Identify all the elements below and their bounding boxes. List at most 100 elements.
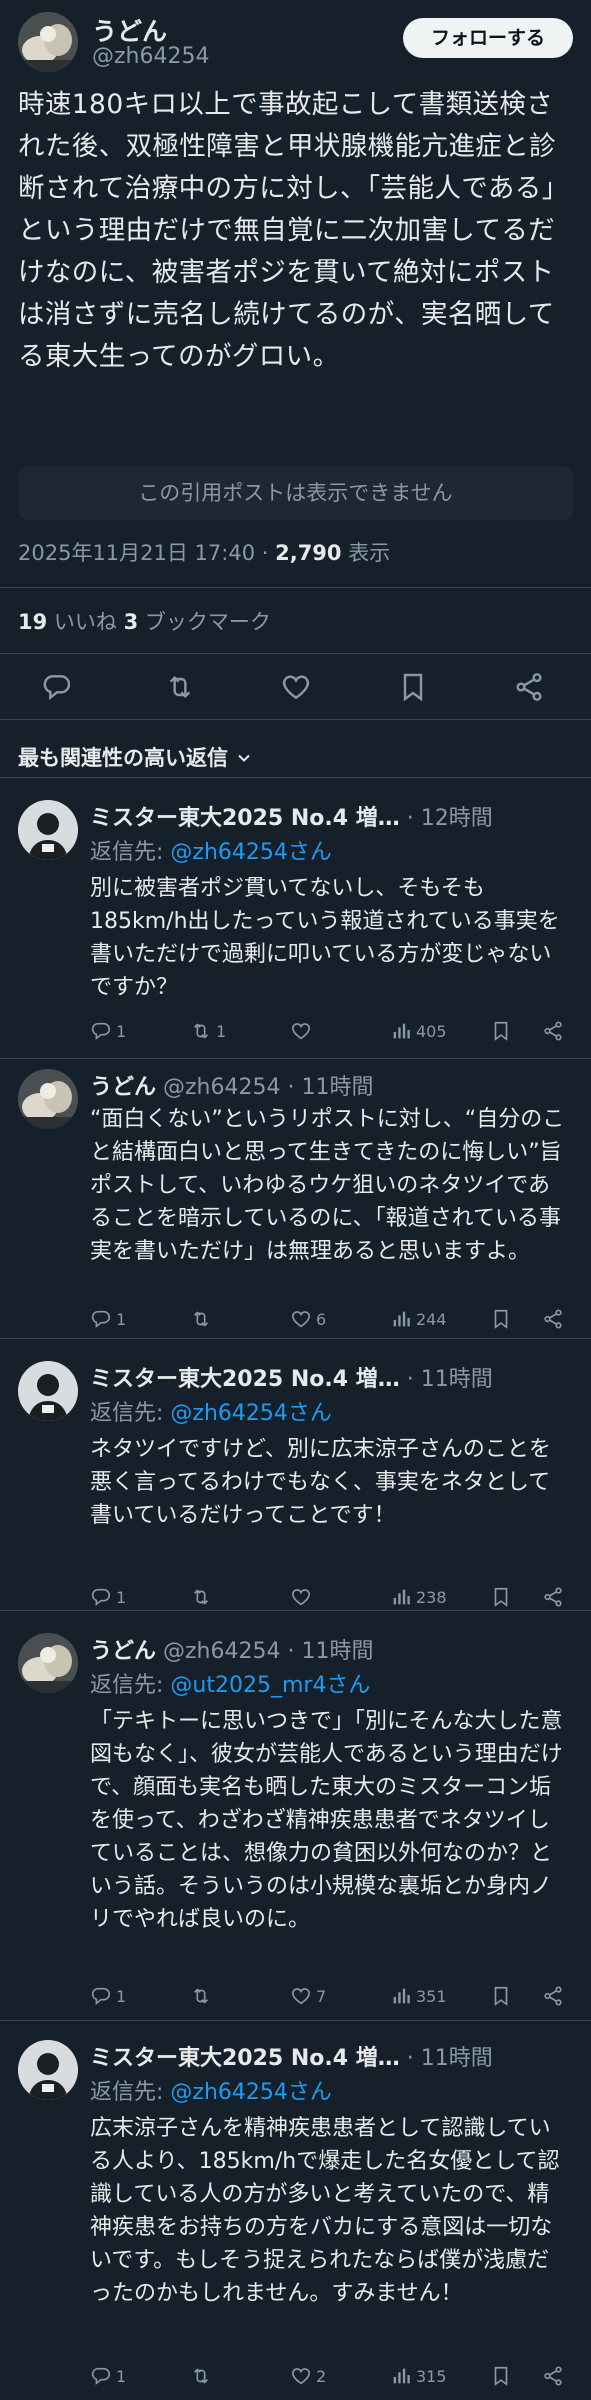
reply-action-bar: 1 7 351 [90,1985,570,2015]
reply-to-line: 返信先: @ut2025_mr4さん [90,1667,370,1699]
reply-item[interactable]: ミスター東大2025 No.4 増… · 11時間 返信先: @zh64254さ… [0,2040,591,2400]
share-button[interactable] [542,1586,564,1616]
follow-button[interactable]: フォローする [403,18,573,58]
likes-count[interactable]: 19 [18,610,47,634]
views-button[interactable]: 315 [390,2365,447,2395]
reply-item[interactable]: ミスター東大2025 No.4 増… · 11時間 返信先: @zh64254さ… [0,1361,591,1611]
post-text: 時速180キロ以上で事故起こして書類送検された後、双極性障害と甲状腺機能亢進症と… [18,89,569,372]
repost-button[interactable] [190,1985,216,2015]
reply-button[interactable]: 1 [90,1985,126,2015]
avatar[interactable] [18,1633,78,1693]
reply-to-prefix: 返信先: [90,1401,171,1426]
bookmarks-count[interactable]: 3 [124,610,139,634]
bookmark-button[interactable] [490,1586,512,1616]
reply-button[interactable]: 1 [90,1308,126,1338]
reply-to-link[interactable]: @zh64254さん [170,840,331,865]
sort-label: 最も関連性の高い返信 [18,746,228,770]
reply-button[interactable]: 1 [90,1586,126,1616]
share-button[interactable] [542,1308,564,1338]
reply-author-name[interactable]: うどん [90,1075,156,1100]
reply-header: ミスター東大2025 No.4 増… · 11時間 [90,1361,580,1393]
bookmark-button[interactable] [490,2365,512,2395]
reply-item[interactable]: うどん @zh64254 · 11時間 “面白くない”というリポストに対し、“自… [0,1069,591,1349]
reply-button[interactable]: 1 [90,2365,126,2395]
like-icon [291,1589,311,1606]
reply-text: 別に被害者ポジ貫いてないし、そもそも185km/h出したっていう報道されている事… [90,876,560,1000]
views-icon [393,2368,410,2384]
share-button[interactable] [542,1020,564,1050]
avatar[interactable] [18,800,78,860]
likes-label[interactable]: いいね [47,610,123,634]
reply-to-link[interactable]: @zh64254さん [170,2080,331,2105]
reply-item[interactable]: うどん @zh64254 · 11時間 返信先: @ut2025_mr4さん 「… [0,1633,591,2033]
reply-button[interactable]: 1 [90,1020,126,1050]
reply-to-link[interactable]: @zh64254さん [170,1401,331,1426]
repost-button[interactable] [190,1308,216,1338]
avatar[interactable] [18,2040,78,2100]
bookmark-button[interactable] [490,1308,512,1338]
bookmark-icon [494,1587,508,1607]
bookmarks-label[interactable]: ブックマーク [138,610,271,634]
reply-item[interactable]: ミスター東大2025 No.4 増… · 12時間 返信先: @zh64254さ… [0,800,591,1065]
chevron-down-icon [234,748,254,768]
divider [0,1058,591,1059]
views-button[interactable]: 351 [390,1985,447,2015]
reply-icon [91,1987,110,2006]
reply-text: ネタツイですけど、別に広末涼子さんのことを悪く言ってるわけでもなく、事実をネタと… [90,1437,551,1528]
divider [0,653,591,654]
reply-icon[interactable] [41,671,73,703]
reply-to-link[interactable]: @ut2025_mr4さん [170,1673,370,1698]
divider [0,1610,591,1611]
author-handle[interactable]: @zh64254 [92,44,209,69]
like-icon [291,1988,311,2005]
reply-author-name[interactable]: ミスター東大2025 No.4 増… [90,2046,400,2071]
avatar[interactable] [18,12,78,72]
repost-icon[interactable] [164,671,196,703]
reply-author-name[interactable]: ミスター東大2025 No.4 増… [90,1367,400,1392]
reply-meta: · 11時間 [399,1367,493,1392]
views-icon [393,1988,410,2004]
like-button[interactable]: 6 [290,1308,326,1338]
reply-meta: @zh64254 · 11時間 [156,1075,374,1100]
bookmark-button[interactable] [490,1020,512,1050]
view-count: 244 [416,1309,447,1329]
like-button[interactable] [290,1020,316,1050]
reply-author-name[interactable]: ミスター東大2025 No.4 増… [90,806,400,831]
repost-button[interactable] [190,2365,216,2395]
reply-icon [91,1588,110,1607]
like-button[interactable]: 2 [290,2365,326,2395]
reply-text: “面白くない”というリポストに対し、“自分のこと結構面白いと思って生きてきたのに… [90,1107,565,1264]
reply-author-name[interactable]: うどん [90,1639,156,1664]
like-icon[interactable] [280,671,312,703]
bookmark-icon[interactable] [397,671,429,703]
share-icon [544,1587,562,1607]
bookmark-icon [494,1309,508,1329]
share-button[interactable] [542,2365,564,2395]
views-button[interactable]: 405 [390,1020,447,1050]
author-name[interactable]: うどん [92,12,167,48]
views-button[interactable]: 244 [390,1308,447,1338]
reply-to-prefix: 返信先: [90,840,171,865]
views-button[interactable]: 238 [390,1586,447,1616]
share-button[interactable] [542,1985,564,2015]
share-icon [544,1986,562,2006]
repost-button[interactable]: 1 [190,1020,226,1050]
view-count: 351 [416,1986,447,2006]
repost-icon [193,1311,209,1327]
reply-action-bar: 1 238 [90,1586,570,1616]
share-icon [544,1309,562,1329]
reply-text: 広末涼子さんを精神疾患患者として認識している人より、185km/hで爆走した名女… [90,2116,560,2306]
avatar[interactable] [18,1069,78,1129]
share-icon[interactable] [513,671,545,703]
reply-count: 1 [116,1587,127,1607]
reply-icon [91,2367,110,2386]
divider [0,587,591,588]
repost-button[interactable] [190,1586,216,1616]
like-button[interactable]: 7 [290,1985,326,2015]
like-button[interactable] [290,1586,316,1616]
post-timestamp[interactable]: 2025年11月21日 17:40 · [18,541,275,565]
avatar[interactable] [18,1361,78,1421]
repost-icon [193,2368,209,2384]
bookmark-button[interactable] [490,1985,512,2015]
reply-sort-selector[interactable]: 最も関連性の高い返信 [18,742,254,772]
